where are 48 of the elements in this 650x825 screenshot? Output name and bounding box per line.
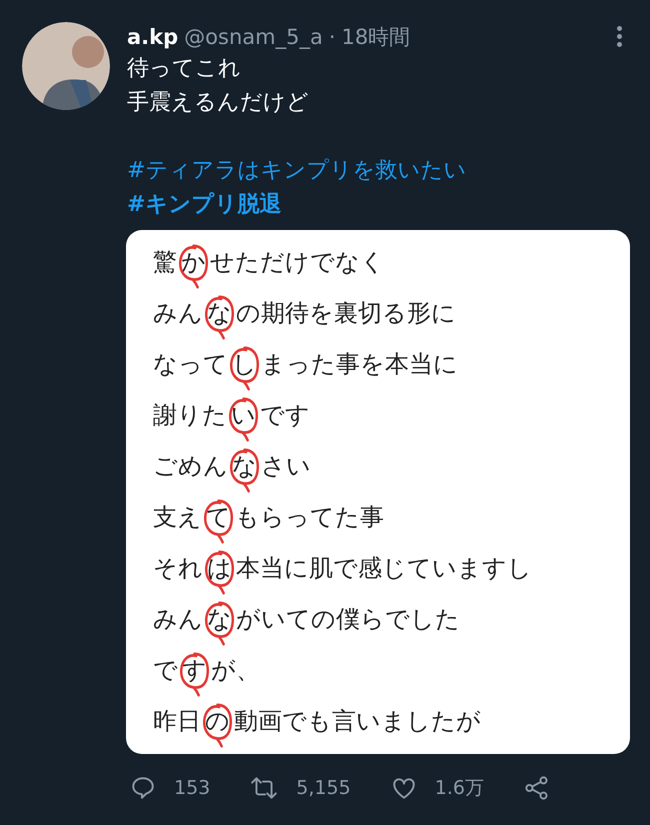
share-icon[interactable] <box>524 775 550 802</box>
image-text: で <box>153 654 178 684</box>
timestamp[interactable]: 18時間 <box>342 22 410 52</box>
image-text: さい <box>261 450 311 480</box>
image-text: の期待を裏切る形に <box>236 298 456 328</box>
image-text: それ <box>153 552 203 582</box>
circled-character: い <box>227 396 260 442</box>
image-text: 動画でも言いましたが <box>234 706 481 736</box>
circled-character: て <box>202 498 235 544</box>
image-text: みん <box>153 604 203 634</box>
circled-character: の <box>201 702 234 748</box>
circled-character: は <box>203 548 236 594</box>
image-text: もらってた事 <box>235 502 384 532</box>
image-text: 驚 <box>153 246 177 276</box>
attached-image[interactable]: 驚 か せただけでなく みん な の期待を裏切る形に なって し まった事を本当に 謝りた い です ごめん な さい 支え て もらってた事 それ は 本当に肌で感じていますし みん な がいての僕らでした で す が、 昨日 の 動画でも言いましたが <box>126 230 630 754</box>
circled-character: す <box>178 650 211 696</box>
separator-dot: · <box>328 24 336 51</box>
circled-character: し <box>228 344 261 390</box>
action-count: 153 <box>174 776 210 801</box>
image-text: が、 <box>211 654 260 684</box>
tweet-text: 待ってこれ <box>127 55 242 83</box>
more-options-icon[interactable] <box>617 26 622 47</box>
image-text: ごめん <box>153 450 228 480</box>
image-text: なって <box>153 348 228 378</box>
image-text: 昨日 <box>153 706 201 736</box>
heart-icon[interactable] <box>390 776 417 800</box>
image-text: がいての僕らでした <box>236 604 460 634</box>
user-handle[interactable]: @osnam_5_a <box>184 22 323 52</box>
image-text: せただけでなく <box>210 246 385 276</box>
circled-character: な <box>203 600 236 646</box>
image-text: です <box>260 400 310 430</box>
circled-character: か <box>177 242 210 288</box>
image-text: 支え <box>153 502 202 532</box>
display-name[interactable]: a.kp <box>127 22 178 52</box>
image-text: みん <box>153 298 203 328</box>
image-text: 本当に肌で感じていますし <box>236 552 532 582</box>
hashtag-link[interactable]: #キンプリ脱退 <box>127 188 282 222</box>
action-count: 5,155 <box>296 776 351 801</box>
hashtag-link[interactable]: #ティアラはキンプリを救いたい <box>127 154 466 188</box>
circled-character: な <box>228 446 261 492</box>
tweet-text: 手震えるんだけど <box>127 89 310 117</box>
circled-character: な <box>203 294 236 340</box>
avatar[interactable] <box>22 22 110 110</box>
image-text: 謝りた <box>153 400 227 430</box>
image-text: まった事を本当に <box>261 348 458 378</box>
action-count: 1.6万 <box>434 776 484 801</box>
speech-bubble-icon[interactable] <box>130 775 156 802</box>
retweet-icon[interactable] <box>250 775 278 802</box>
